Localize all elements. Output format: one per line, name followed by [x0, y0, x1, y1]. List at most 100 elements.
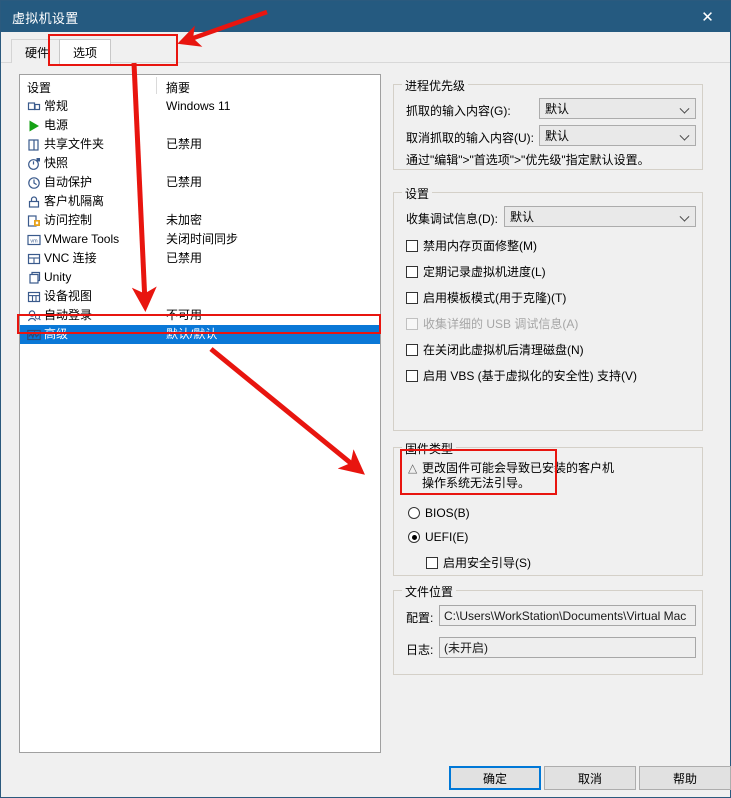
vm-settings-dialog: 虚拟机设置 ✕ 硬件 选项 设置 摘要 常规 Windows 11 电源 共享文件夹已…	[0, 0, 731, 798]
radio-bios[interactable]: BIOS(B)	[408, 506, 470, 520]
debug-info-combo[interactable]: 默认	[504, 206, 696, 227]
secure-boot-box	[426, 556, 438, 569]
radio-bios-indicator	[408, 507, 420, 519]
debug-info-value: 默认	[510, 210, 535, 224]
column-header-summary: 摘要	[166, 81, 191, 95]
file-location-group: 文件位置 配置: C:\Users\WorkStation\Documents\…	[393, 583, 703, 675]
device-list-row-label: 快照	[44, 156, 69, 170]
checkbox-box	[406, 291, 418, 304]
tab-options[interactable]: 选项	[59, 39, 112, 64]
checkbox-box	[406, 317, 418, 330]
device-list-row-label: 自动保护	[44, 175, 93, 189]
log-path-label: 日志:	[406, 643, 434, 657]
svg-text:vm: vm	[30, 238, 38, 244]
device-list-row[interactable]: 共享文件夹 已禁用	[20, 135, 380, 154]
vnc-icon	[26, 251, 41, 266]
title-bar: 虚拟机设置 ✕	[1, 1, 730, 32]
config-path-value: C:\Users\WorkStation\Documents\Virtual M…	[444, 608, 687, 623]
settings-checkbox[interactable]: 启用 VBS (基于虚拟化的安全性) 支持(V)	[406, 367, 637, 384]
help-button[interactable]: 帮助	[639, 766, 731, 790]
ungrab-input-value: 默认	[545, 129, 570, 143]
options-panel: 进程优先级 抓取的输入内容(G): 默认 取消抓取的输入内容(U): 默认 通过…	[393, 74, 713, 753]
device-list-row[interactable]: 快照	[20, 154, 380, 173]
warning-triangle-icon: △	[408, 461, 418, 475]
device-list-row-label: 常规	[44, 99, 69, 113]
log-path-value: (未开启)	[444, 641, 488, 655]
checkbox-label: 收集详细的 USB 调试信息(A)	[423, 317, 579, 331]
file-location-title: 文件位置	[402, 583, 457, 600]
checkbox-label: 定期记录虚拟机进度(L)	[423, 265, 546, 279]
unity-icon	[26, 270, 41, 285]
radio-bios-label: BIOS(B)	[425, 506, 470, 520]
device-list-row-summary: 已禁用	[166, 175, 203, 189]
radio-uefi[interactable]: UEFI(E)	[408, 530, 468, 544]
checkbox-label: 启用模板模式(用于克隆)(T)	[423, 291, 567, 305]
device-list-row-summary: 已禁用	[166, 137, 203, 151]
device-list-row[interactable]: 自动保护 已禁用	[20, 173, 380, 192]
firmware-title: 固件类型	[402, 440, 457, 457]
device-list-rows: 常规 Windows 11 电源 共享文件夹 已禁用 快照 自动保护 已禁用 客户机隔离 访问控制…	[20, 97, 380, 344]
device-list-row[interactable]: vm VMware Tools 关闭时间同步	[20, 230, 380, 249]
autoprotect-icon	[26, 175, 41, 190]
settings-checkbox[interactable]: 在关闭此虚拟机后清理磁盘(N)	[406, 341, 584, 358]
device-list-row-label: 自动登录	[44, 308, 93, 322]
checkbox-box	[406, 343, 418, 356]
device-list-row[interactable]: 设备视图	[20, 287, 380, 306]
device-list-row-label: 共享文件夹	[44, 137, 105, 151]
grab-input-value: 默认	[545, 102, 570, 116]
device-list-row[interactable]: 客户机隔离	[20, 192, 380, 211]
checkbox-label: 启用 VBS (基于虚拟化的安全性) 支持(V)	[423, 369, 638, 383]
grab-input-label: 抓取的输入内容(G):	[406, 104, 511, 118]
tab-hardware[interactable]: 硬件	[11, 39, 64, 63]
settings-checkbox[interactable]: 启用模板模式(用于克隆)(T)	[406, 289, 566, 306]
ok-button[interactable]: 确定	[449, 766, 541, 790]
autologon-icon	[26, 308, 41, 323]
device-list[interactable]: 设置 摘要 常规 Windows 11 电源 共享文件夹 已禁用 快照 自动保护 已禁用 客户机…	[19, 74, 381, 753]
device-list-row-summary: 未加密	[166, 213, 203, 227]
checkbox-box	[406, 265, 418, 278]
device-list-row[interactable]: VNC 连接 已禁用	[20, 249, 380, 268]
device-list-row-label: 访问控制	[44, 213, 93, 227]
column-header-setting: 设置	[27, 81, 52, 95]
column-divider	[156, 77, 157, 94]
config-path-field[interactable]: C:\Users\WorkStation\Documents\Virtual M…	[439, 605, 696, 626]
device-list-row[interactable]: 高级 默认/默认	[20, 325, 380, 344]
config-path-label: 配置:	[406, 611, 434, 625]
device-list-row-summary: 不可用	[166, 308, 203, 322]
firmware-group: 固件类型 △ 更改固件可能会导致已安装的客户机 操作系统无法引导。 BIOS(B…	[393, 440, 703, 576]
checkbox-box	[406, 239, 418, 252]
device-list-row[interactable]: 常规 Windows 11	[20, 97, 380, 116]
firmware-warning: △ 更改固件可能会导致已安装的客户机 操作系统无法引导。	[408, 461, 693, 491]
grab-input-combo[interactable]: 默认	[539, 98, 696, 119]
general-icon	[26, 99, 41, 114]
settings-checkbox[interactable]: 禁用内存页面修整(M)	[406, 237, 537, 254]
log-path-field[interactable]: (未开启)	[439, 637, 696, 658]
tab-strip: 硬件 选项	[1, 32, 730, 64]
device-view-icon	[26, 289, 41, 304]
guest-isolation-icon	[26, 194, 41, 209]
device-list-row[interactable]: Unity	[20, 268, 380, 287]
vmware-tools-icon: vm	[26, 232, 41, 247]
device-list-row-label: 电源	[44, 118, 69, 132]
settings-checkbox: 收集详细的 USB 调试信息(A)	[406, 315, 578, 332]
radio-uefi-indicator	[408, 531, 420, 543]
device-list-row-summary: 已禁用	[166, 251, 203, 265]
ungrab-input-label: 取消抓取的输入内容(U):	[406, 131, 534, 145]
checkbox-label: 在关闭此虚拟机后清理磁盘(N)	[423, 343, 584, 357]
device-list-row-label: 高级	[44, 327, 69, 341]
ungrab-input-combo[interactable]: 默认	[539, 125, 696, 146]
settings-group: 设置 收集调试信息(D): 默认 禁用内存页面修整(M) 定期记录虚拟机进度(L)…	[393, 185, 703, 431]
device-list-row[interactable]: 电源	[20, 116, 380, 135]
settings-checkbox[interactable]: 定期记录虚拟机进度(L)	[406, 263, 546, 280]
device-list-row[interactable]: 自动登录 不可用	[20, 306, 380, 325]
cancel-button[interactable]: 取消	[544, 766, 636, 790]
secure-boot-checkbox[interactable]: 启用安全引导(S)	[426, 554, 531, 571]
advanced-icon	[26, 327, 41, 342]
chevron-down-icon	[681, 131, 689, 139]
device-list-row[interactable]: 访问控制 未加密	[20, 211, 380, 230]
device-list-row-summary: Windows 11	[166, 99, 231, 113]
secure-boot-label: 启用安全引导(S)	[443, 556, 531, 570]
button-bar: 确定 取消 帮助	[1, 756, 731, 797]
close-icon[interactable]: ✕	[685, 1, 730, 32]
priority-hint: 通过"编辑">"首选项">"优先级"指定默认设置。	[406, 153, 650, 167]
